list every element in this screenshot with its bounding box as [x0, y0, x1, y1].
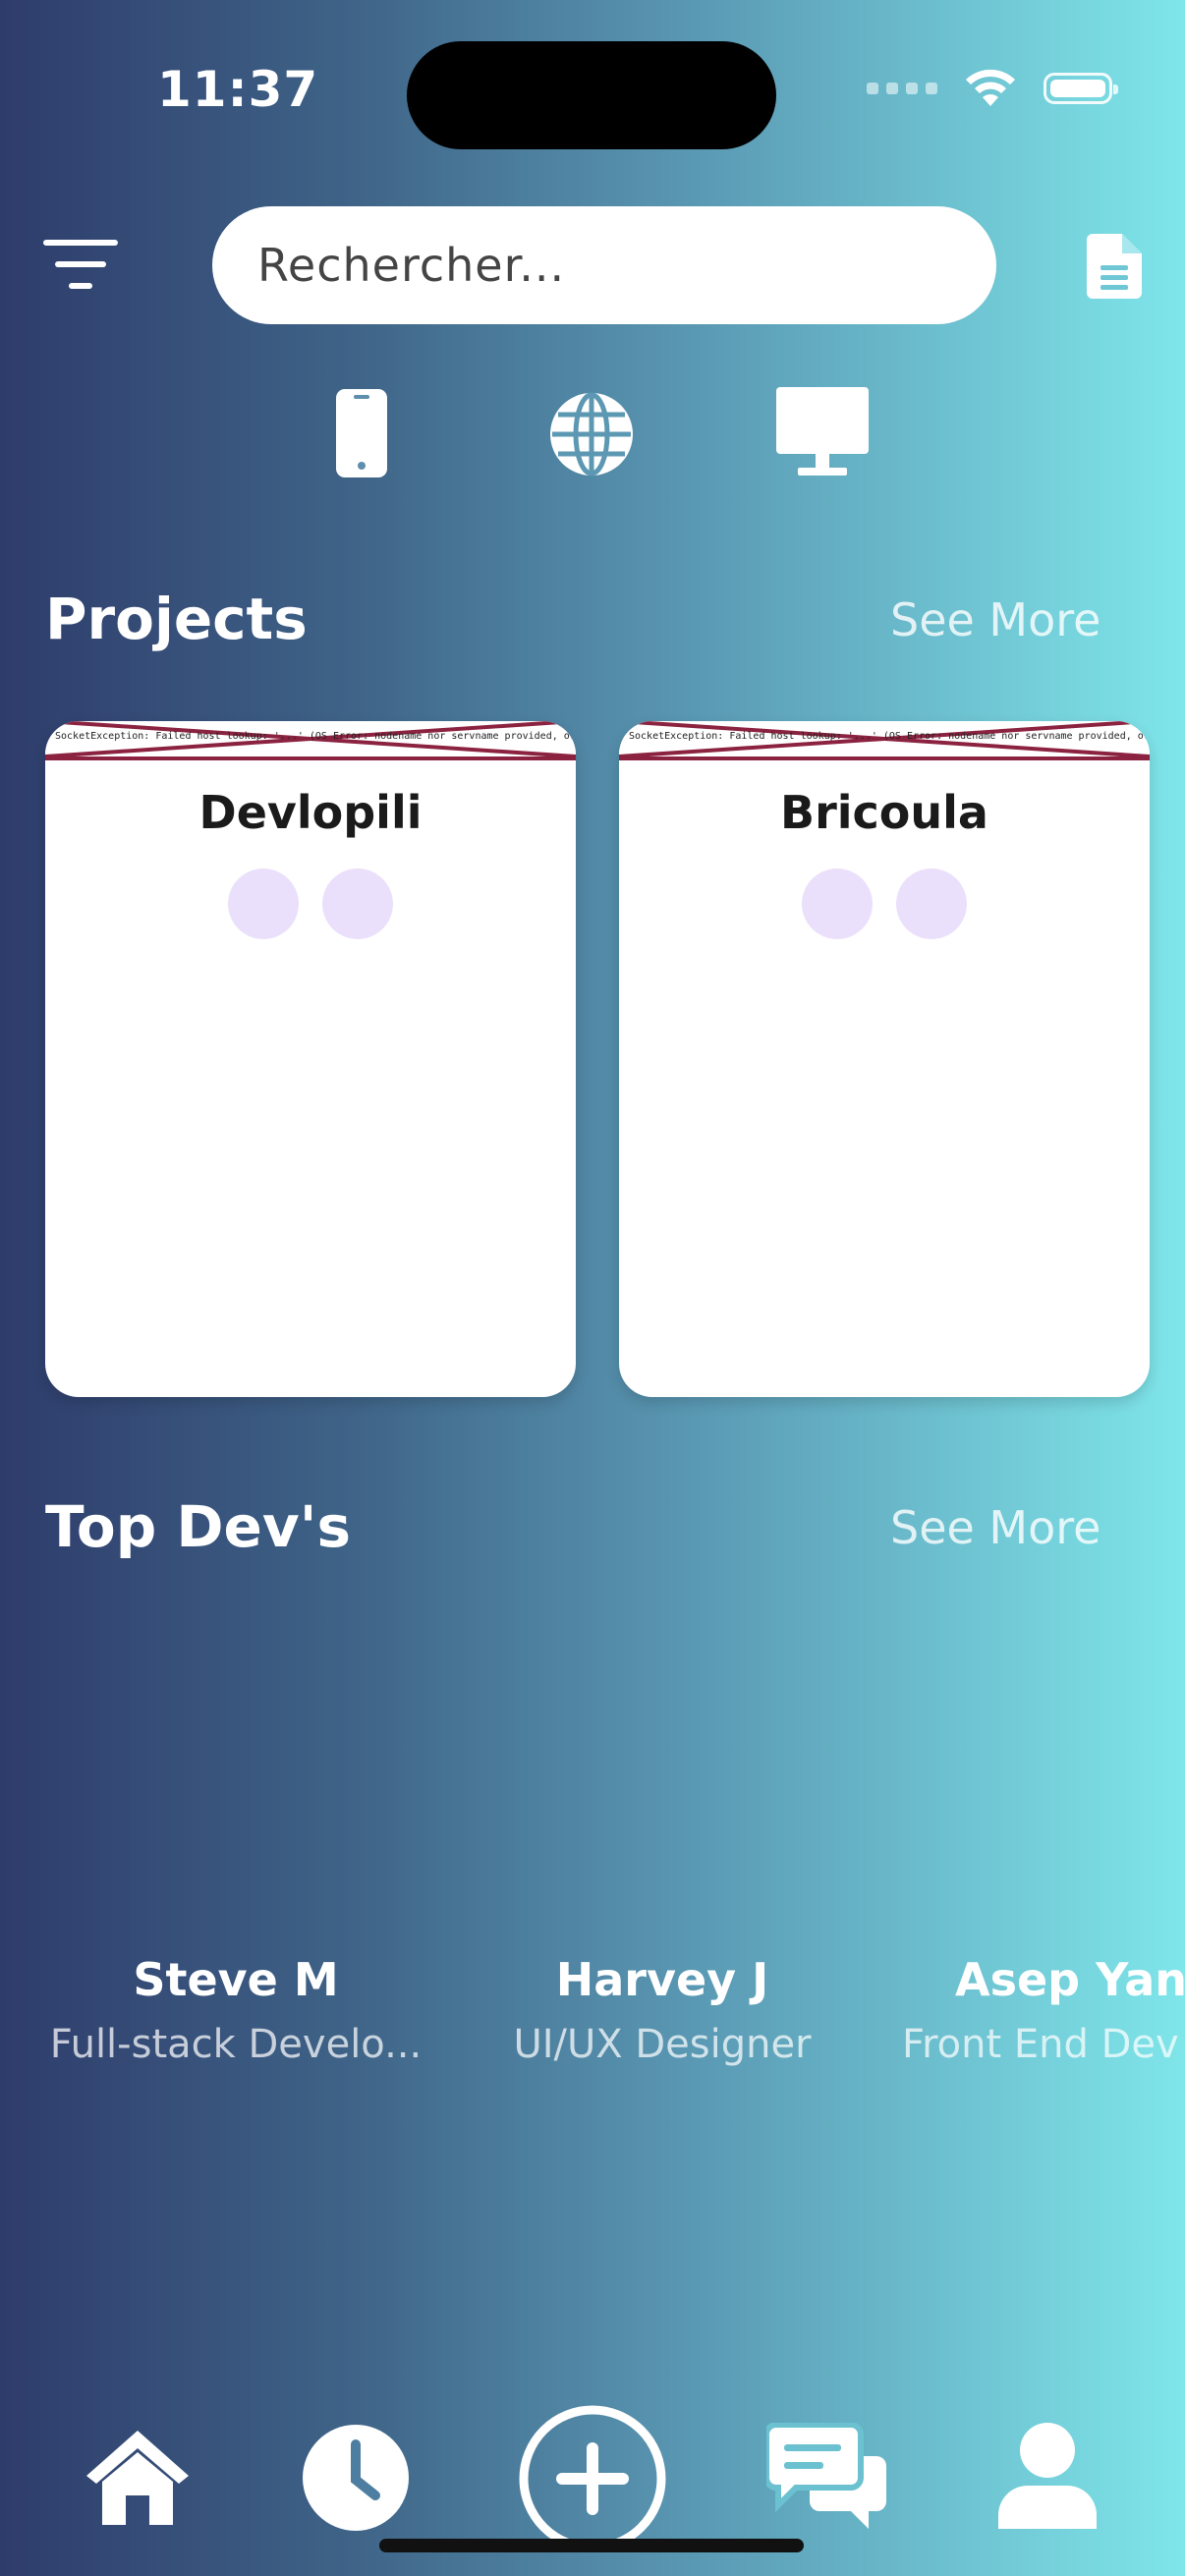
clock-icon[interactable]	[301, 2423, 411, 2533]
dev-role: Front End Dev	[902, 2022, 1179, 2067]
top-devs-see-more-link[interactable]: See More	[890, 1501, 1100, 1554]
dynamic-island	[407, 41, 776, 149]
home-icon[interactable]	[83, 2427, 193, 2529]
image-error-banner: SocketException: Failed host lookup: '..…	[45, 721, 576, 760]
project-card[interactable]: SocketException: Failed host lookup: '..…	[619, 721, 1150, 1397]
chat-icon[interactable]	[766, 2423, 888, 2533]
filter-icon[interactable]	[43, 232, 122, 301]
home-indicator	[379, 2539, 804, 2552]
status-time: 11:37	[157, 61, 319, 118]
member-avatar	[802, 868, 873, 939]
top-devs-title: Top Dev's	[45, 1493, 351, 1560]
dev-name: Harvey J	[555, 1953, 769, 2006]
projects-see-more-link[interactable]: See More	[890, 593, 1100, 646]
signal-icon	[867, 83, 937, 94]
wifi-icon	[966, 69, 1015, 106]
member-avatar	[322, 868, 393, 939]
member-avatar	[896, 868, 967, 939]
search-input[interactable]	[212, 206, 996, 324]
desktop-icon[interactable]	[776, 383, 869, 481]
add-icon[interactable]	[519, 2405, 666, 2552]
projects-title: Projects	[45, 586, 308, 652]
member-avatar	[228, 868, 299, 939]
dev-card[interactable]: Harvey J UI/UX Designer	[466, 1953, 859, 2067]
dev-role: UI/UX Designer	[513, 2022, 812, 2067]
project-card[interactable]: SocketException: Failed host lookup: '..…	[45, 721, 576, 1397]
status-indicators	[867, 69, 1118, 108]
profile-icon[interactable]	[996, 2421, 1099, 2533]
image-error-text: SocketException: Failed host lookup: '..…	[629, 731, 1150, 742]
dev-role: Full-stack Develo...	[49, 2022, 423, 2067]
image-error-banner: SocketException: Failed host lookup: '..…	[619, 721, 1150, 760]
mobile-icon[interactable]	[336, 383, 389, 481]
globe-icon[interactable]	[548, 383, 635, 481]
dev-name: Asep Yant	[955, 1953, 1185, 2006]
document-icon[interactable]	[1087, 234, 1142, 299]
dev-name: Steve M	[133, 1953, 339, 2006]
project-name: Bricoula	[780, 786, 988, 839]
battery-icon	[1044, 73, 1118, 104]
dev-card[interactable]: Asep Yant Front End Dev	[890, 1953, 1185, 2067]
image-error-text: SocketException: Failed host lookup: '..…	[55, 731, 576, 742]
dev-card[interactable]: Steve M Full-stack Develo...	[39, 1953, 432, 2067]
project-name: Devlopili	[198, 786, 423, 839]
